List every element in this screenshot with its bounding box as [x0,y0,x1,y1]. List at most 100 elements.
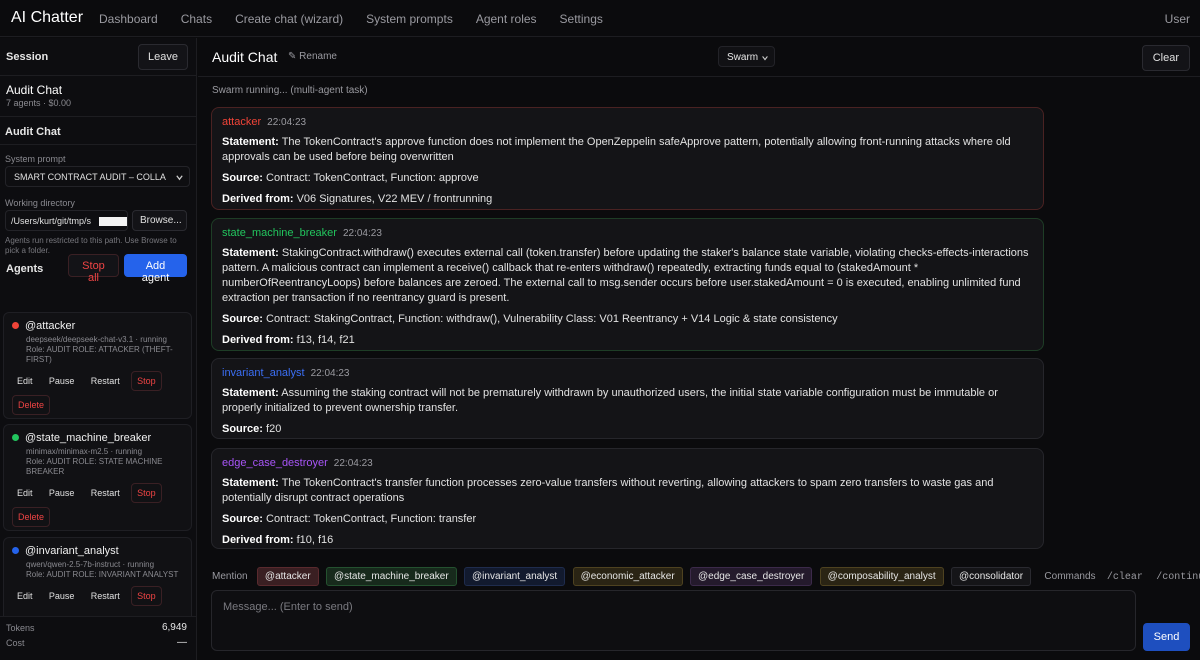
agent-name: @attacker [25,320,76,332]
top-bar: AI Chatter Dashboard Chats Create chat (… [0,0,1200,37]
edit-button[interactable]: Edit [12,484,38,502]
source-label: Source: [222,313,263,325]
pause-button[interactable]: Pause [44,372,80,390]
pencil-icon: ✎ [288,51,297,62]
mention-chip-state-machine-breaker[interactable]: @state_machine_breaker [326,567,457,586]
command-clear[interactable]: /clear [1107,572,1143,583]
chat-title: Audit Chat [6,83,63,97]
user-menu[interactable]: User [1165,12,1190,26]
nav-agent-roles[interactable]: Agent roles [476,12,537,26]
message-derived: f10, f16 [296,534,334,546]
chat-name: Audit Chat [5,126,61,138]
workdir-value: /Users/kurt/git/tmp/s [11,216,92,226]
usage-footer: Tokens 6,949 Cost — [0,616,196,660]
add-agent-button[interactable]: Add agent [124,254,187,284]
mention-chip-edge-case-destroyer[interactable]: @edge_case_destroyer [690,567,813,586]
chat-name-section: Audit Chat [0,117,196,145]
command-continue[interactable]: /continue [1156,572,1200,583]
message-time: 22:04:23 [342,228,382,239]
agent-role: Role: AUDIT ROLE: INVARIANT ANALYST [26,570,179,579]
message-statement: The TokenContract's approve function doe… [222,136,1011,163]
message-source: Contract: StakingContract, Function: wit… [266,313,838,325]
redaction-block [99,217,127,226]
mention-chip-economic-attacker[interactable]: @economic_attacker [572,567,683,586]
stop-button[interactable]: Stop [131,586,162,606]
message-time: 22:04:23 [267,117,307,128]
send-button[interactable]: Send [1143,623,1190,651]
agent-card: @attacker deepseek/deepseek-chat-v3.1 · … [3,312,192,419]
stop-button[interactable]: Stop [131,371,162,391]
stop-button[interactable]: Stop [131,483,162,503]
agent-name: @invariant_analyst [25,545,119,557]
statement-label: Statement: [222,477,279,489]
message-agent: edge_case_destroyer [222,457,328,469]
message-time: 22:04:23 [333,458,373,469]
rename-button[interactable]: ✎ Rename [288,51,337,62]
system-prompt-label: System prompt [5,154,66,164]
chat-header-title: Audit Chat [212,49,278,65]
source-label: Source: [222,513,263,525]
source-label: Source: [222,423,263,435]
mode-value: Swarm [727,52,759,63]
restart-button[interactable]: Restart [86,484,125,502]
mention-chip-attacker[interactable]: @attacker [256,567,319,586]
pause-button[interactable]: Pause [44,484,80,502]
nav-system-prompts[interactable]: System prompts [366,12,453,26]
message-derived: f13, f14, f21 [296,334,355,346]
agent-card: @state_machine_breaker minimax/minimax-m… [3,424,192,531]
cost-label: Cost [6,638,25,648]
message-source: Contract: TokenContract, Function: appro… [266,172,479,184]
system-prompt-value: SMART CONTRACT AUDIT – COLLA [14,172,166,182]
message-source: f20 [266,423,282,435]
session-header: Session Leave [0,38,196,76]
mention-chip-composability-analyst[interactable]: @composability_analyst [819,567,944,586]
restart-button[interactable]: Restart [86,372,125,390]
pause-button[interactable]: Pause [44,587,80,605]
edit-button[interactable]: Edit [12,587,38,605]
chat-summary: Audit Chat 7 agents · $0.00 [0,76,196,117]
tokens-label: Tokens [6,623,35,633]
derived-label: Derived from: [222,193,294,205]
stop-all-button[interactable]: Stop all [68,254,119,284]
nav-chats[interactable]: Chats [181,12,212,26]
agents-label: Agents [6,263,44,275]
nav-settings[interactable]: Settings [560,12,603,26]
mode-select[interactable]: Swarm [718,46,775,67]
mention-label: Mention [212,571,248,582]
message-input-placeholder: Message... (Enter to send) [223,601,353,613]
sidebar: Session Leave Audit Chat 7 agents · $0.0… [0,38,197,660]
message-input[interactable]: Message... (Enter to send) [211,590,1136,651]
delete-button[interactable]: Delete [12,507,51,527]
message-derived: V06 Signatures, V22 MEV / frontrunning [296,193,493,205]
edit-button[interactable]: Edit [12,372,38,390]
chevron-down-icon [176,175,183,181]
statement-label: Statement: [222,136,279,148]
leave-button[interactable]: Leave [138,44,188,70]
workdir-hint: Agents run restricted to this path. Use … [5,236,177,255]
restart-button[interactable]: Restart [86,587,125,605]
nav-dashboard[interactable]: Dashboard [99,12,158,26]
message-card: invariant_analyst 22:04:23 Statement: Ass… [211,358,1044,439]
chat-panel: Audit Chat ✎ Rename Swarm Clear Swarm ru… [198,38,1200,660]
browse-button[interactable]: Browse... [132,210,187,231]
cost-value: — [177,637,187,648]
swarm-status: Swarm running... (multi-agent task) [212,85,368,96]
delete-button[interactable]: Delete [12,395,51,415]
statement-label: Statement: [222,247,279,259]
mention-chip-consolidator[interactable]: @consolidator [951,567,1032,586]
status-dot [12,322,19,329]
system-prompt-select[interactable]: SMART CONTRACT AUDIT – COLLA [5,166,190,187]
message-source: Contract: TokenContract, Function: trans… [266,513,477,525]
session-label: Session [6,51,49,63]
nav-create-chat[interactable]: Create chat (wizard) [235,12,343,26]
app-title[interactable]: AI Chatter [11,9,83,27]
message-card: attacker 22:04:23 Statement: The TokenCon… [211,107,1044,210]
mention-chip-invariant-analyst[interactable]: @invariant_analyst [464,567,566,586]
status-dot [12,547,19,554]
status-dot [12,434,19,441]
message-statement: Assuming the staking contract will not b… [222,387,998,414]
workdir-input[interactable]: /Users/kurt/git/tmp/s [5,210,128,231]
clear-button[interactable]: Clear [1141,45,1190,71]
agent-role: Role: AUDIT ROLE: STATE MACHINE BREAKER [26,457,163,476]
agents-header: Agents Stop all Add agent [0,254,196,297]
